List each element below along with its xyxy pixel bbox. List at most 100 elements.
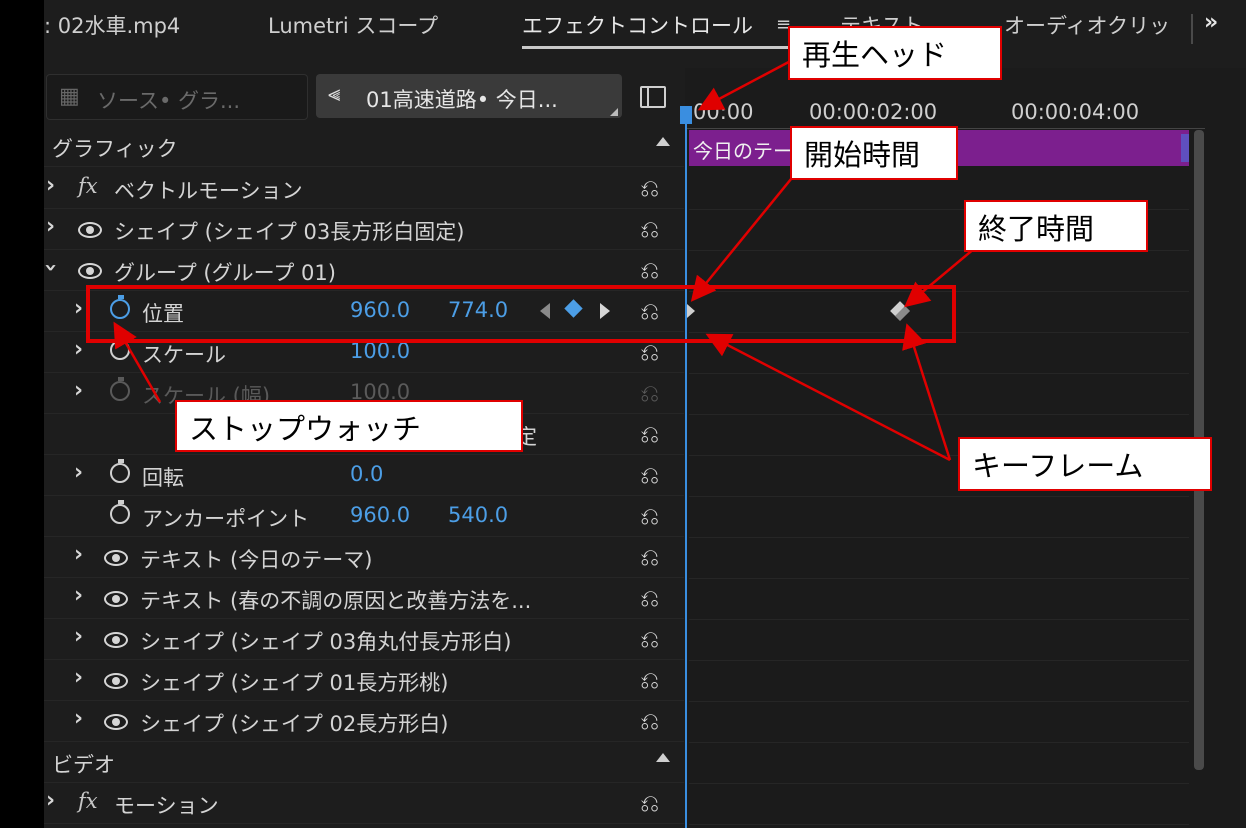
tab-divider [1191,14,1193,44]
property-anchor-point[interactable]: アンカーポイント 960.0 540.0 ⎌ [44,495,684,537]
group-label: グループ (グループ 01) [114,261,336,285]
effect-vector-motion[interactable]: › fx ベクトルモーション ⎌ [44,167,684,209]
effect-label: モーション [114,794,219,818]
callout-playhead: 再生ヘッド [788,26,1002,80]
tab-lumetri-scopes[interactable]: Lumetri スコープ [268,10,438,40]
reset-icon[interactable]: ⎌ [640,420,659,448]
reset-icon[interactable]: ⎌ [640,625,659,653]
reset-icon[interactable]: ⎌ [640,666,659,694]
sequence-clip-dropdown[interactable]: ⫷ 01高速道路• 今日... [316,74,622,118]
reset-icon[interactable]: ⎌ [640,256,659,284]
source-clip-label: ソース• グラ... [97,89,241,113]
active-tab-indicator [522,46,812,49]
sequence-clip-label: 01高速道路• 今日... [366,88,558,112]
reset-icon[interactable]: ⎌ [640,789,659,817]
collapse-icon[interactable] [656,137,670,146]
clip-end-handle[interactable] [1181,134,1189,162]
layer-shape-03-rounded[interactable]: › シェイプ (シェイプ 03角丸付長方形白) ⎌ [44,618,684,660]
fx-icon[interactable]: fx [78,174,98,198]
eye-icon[interactable] [104,591,128,607]
position-row-highlight [86,285,956,343]
toggle-timeline-icon[interactable] [640,86,666,108]
layer-text-spring[interactable]: › テキスト (春の不調の原因と改善方法を... ⎌ [44,577,684,619]
callout-start-time: 開始時間 [790,126,958,180]
chevron-right-icon[interactable]: › [74,337,83,362]
chevron-right-icon[interactable]: › [74,296,83,321]
callout-keyframe: キーフレーム [958,437,1212,491]
section-label: グラフィック [52,137,178,161]
reset-icon[interactable]: ⎌ [640,543,659,571]
timeline-row [689,373,1189,415]
timeline-row [689,496,1189,538]
tab-effect-controls[interactable]: エフェクトコントロール [522,10,784,40]
eye-icon[interactable] [78,222,102,238]
reset-icon[interactable]: ⎌ [640,707,659,735]
layer-shape-03-fixed[interactable]: › シェイプ (シェイプ 03長方形白固定) ⎌ [44,208,684,250]
layer-shape-01-peach[interactable]: › シェイプ (シェイプ 01長方形桃) ⎌ [44,659,684,701]
rotation-value[interactable]: 0.0 [350,462,383,486]
property-label: アンカーポイント [142,507,310,531]
eye-icon[interactable] [104,550,128,566]
chevron-right-icon[interactable]: › [74,665,83,690]
tab-audio-clip[interactable]: オーディオクリッ [1004,10,1190,40]
reset-icon[interactable]: ⎌ [640,461,659,489]
eye-icon[interactable] [104,632,128,648]
ruler-timecode: 00:00:04:00 [1011,100,1140,124]
reset-icon[interactable]: ⎌ [640,174,659,202]
layer-label: シェイプ (シェイプ 03長方形白固定) [114,220,465,244]
callout-end-time: 終了時間 [964,200,1148,252]
stopwatch-icon[interactable] [110,500,130,524]
chevron-right-icon[interactable]: › [74,583,83,608]
layer-label: シェイプ (シェイプ 02長方形白) [140,712,449,736]
tab-source-clip[interactable]: : 02水車.mp4 [44,10,180,40]
timeline-row [689,537,1189,579]
effect-label: ベクトルモーション [114,179,303,203]
layer-label: シェイプ (シェイプ 03角丸付長方形白) [140,630,512,654]
playhead-line[interactable] [685,106,687,828]
eye-icon[interactable] [78,263,102,279]
chevron-down-icon[interactable]: › [44,263,63,272]
effect-motion[interactable]: › fx モーション ⎌ [44,782,684,824]
layer-label: テキスト (今日のテーマ) [140,548,373,572]
playhead-handle[interactable] [680,106,692,124]
layer-label: テキスト (春の不調の原因と改善方法を... [140,589,532,613]
section-graphic[interactable]: グラフィック [44,125,684,167]
layer-text-theme[interactable]: › テキスト (今日のテーマ) ⎌ [44,536,684,578]
chevron-right-icon[interactable]: › [74,706,83,731]
stopwatch-icon[interactable] [110,336,130,360]
timeline-row [689,660,1189,702]
timeline-row [689,783,1189,825]
property-rotation[interactable]: › 回転 0.0 ⎌ [44,454,684,496]
layer-shape-02-white[interactable]: › シェイプ (シェイプ 02長方形白) ⎌ [44,700,684,742]
ruler-timecode: 00:00:02:00 [809,100,938,124]
eye-icon[interactable] [104,673,128,689]
chevron-right-icon[interactable]: › [74,378,83,403]
fx-icon[interactable]: fx [78,789,98,813]
sequence-icon: ⫷ [328,82,341,107]
chevron-right-icon[interactable]: › [74,460,83,485]
panel-tab-bar: : 02水車.mp4 Lumetri スコープ エフェクトコントロール ≡ テキ… [44,0,1246,56]
reset-icon[interactable]: ⎌ [640,215,659,243]
timeline-row [689,701,1189,743]
layer-label: シェイプ (シェイプ 01長方形桃) [140,671,449,695]
stopwatch-icon[interactable] [110,459,130,483]
chevron-right-icon[interactable]: › [46,173,55,198]
tab-overflow-icon[interactable]: » [1204,10,1218,35]
collapse-icon[interactable] [656,753,670,762]
chevron-right-icon[interactable]: › [74,624,83,649]
source-clip-dropdown[interactable]: ▦ ソース• グラ... [46,74,308,120]
anchor-y-value[interactable]: 540.0 [448,503,508,527]
chevron-right-icon[interactable]: › [74,542,83,567]
chevron-right-icon[interactable]: › [46,788,55,813]
section-label: ビデオ [52,753,115,777]
ruler-timecode: 00:00 [693,100,754,124]
eye-icon[interactable] [104,714,128,730]
chevron-right-icon[interactable]: › [46,214,55,239]
reset-icon[interactable]: ⎌ [640,502,659,530]
callout-stopwatch: ストップウォッチ [175,400,523,452]
source-selector-row: ▦ ソース• グラ... ⫷ 01高速道路• 今日... [44,68,684,124]
property-label: スケール [142,343,226,367]
reset-icon[interactable]: ⎌ [640,584,659,612]
anchor-x-value[interactable]: 960.0 [350,503,410,527]
section-video[interactable]: ビデオ [44,741,684,783]
